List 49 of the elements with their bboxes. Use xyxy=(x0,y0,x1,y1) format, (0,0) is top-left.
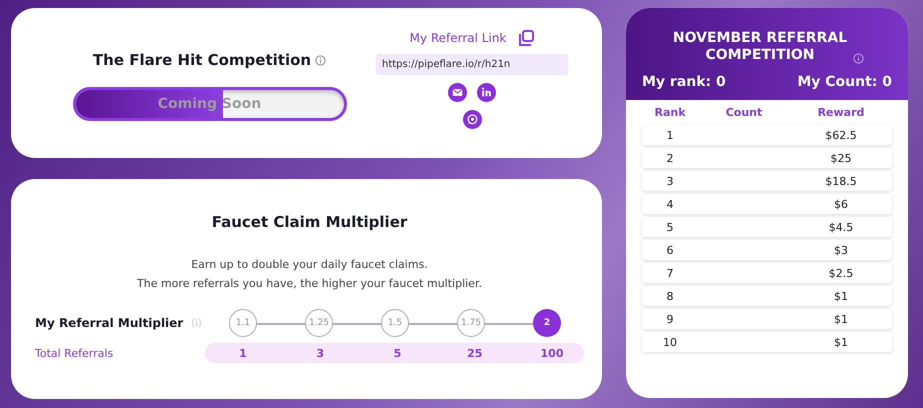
table-cell-text: $1 xyxy=(833,312,849,326)
leaderboard-title: NOVEMBER REFERRAL COMPETITION xyxy=(672,30,848,64)
column-header: Count xyxy=(724,106,764,118)
description-text: The more referrals you have, the higher your faucet multiplier. xyxy=(137,276,482,292)
table-cell-text: 9 xyxy=(666,312,674,326)
referral-count: 5 xyxy=(392,346,402,360)
multiplier-title: Faucet Claim Multiplier xyxy=(212,213,408,231)
competition-title: The Flare Hit Competition xyxy=(92,51,312,69)
copy-icon[interactable] xyxy=(518,30,534,46)
referral-count: 3 xyxy=(315,346,326,360)
column-header: Rank xyxy=(653,106,687,118)
multiplier-step: 1.1 xyxy=(229,309,257,337)
total-referrals-label: Total Referrals xyxy=(35,346,114,360)
table-cell-text: $3 xyxy=(833,244,849,256)
table-cell-text: 3 xyxy=(666,174,674,188)
referral-count: 100 xyxy=(540,346,564,360)
email-icon[interactable] xyxy=(448,83,467,102)
multiplier-label: My Referral Multiplier xyxy=(35,316,184,330)
info-icon[interactable] xyxy=(853,53,864,64)
table-cell-text: 5 xyxy=(666,220,674,234)
description-text: Earn up to double your daily faucet claims. xyxy=(190,257,429,273)
table-cell-text: $18.5 xyxy=(824,174,858,188)
table-cell-text: 6 xyxy=(666,244,674,256)
multiplier-step: 1.5 xyxy=(381,309,409,337)
multiplier-step: 1.25 xyxy=(305,309,333,337)
multiplier-step: 2 xyxy=(533,309,561,337)
referral-link-field[interactable]: https://pipeflare.io/r/h21n xyxy=(376,54,568,75)
my-rank: My rank: 0 xyxy=(642,74,726,90)
referral-link-title: My Referral Link xyxy=(410,31,506,45)
referral-count: 1 xyxy=(238,346,248,360)
table-cell-text: 7 xyxy=(666,266,674,280)
table-cell-text: $1 xyxy=(833,290,849,302)
table-cell-text: $62.5 xyxy=(824,128,858,142)
table-cell-text: $2.5 xyxy=(828,266,854,280)
linkedin-icon[interactable] xyxy=(477,83,496,102)
table-cell-text: $1 xyxy=(833,336,849,348)
table-cell-text: $4.5 xyxy=(828,220,854,234)
table-cell-text: 10 xyxy=(662,336,678,348)
table-cell-text: $6 xyxy=(833,198,849,210)
table-cell-text: 8 xyxy=(666,290,674,302)
table-cell-text: 4 xyxy=(666,198,674,210)
column-header: Reward xyxy=(816,106,866,118)
multiplier-step: 1.75 xyxy=(457,309,485,337)
table-cell-text: 2 xyxy=(666,152,674,164)
info-icon[interactable] xyxy=(315,54,326,66)
my-count: My Count: 0 xyxy=(797,74,892,90)
table-cell-text: $25 xyxy=(830,152,852,164)
referral-count: 25 xyxy=(466,346,484,360)
table-cell-text: 1 xyxy=(666,128,674,142)
